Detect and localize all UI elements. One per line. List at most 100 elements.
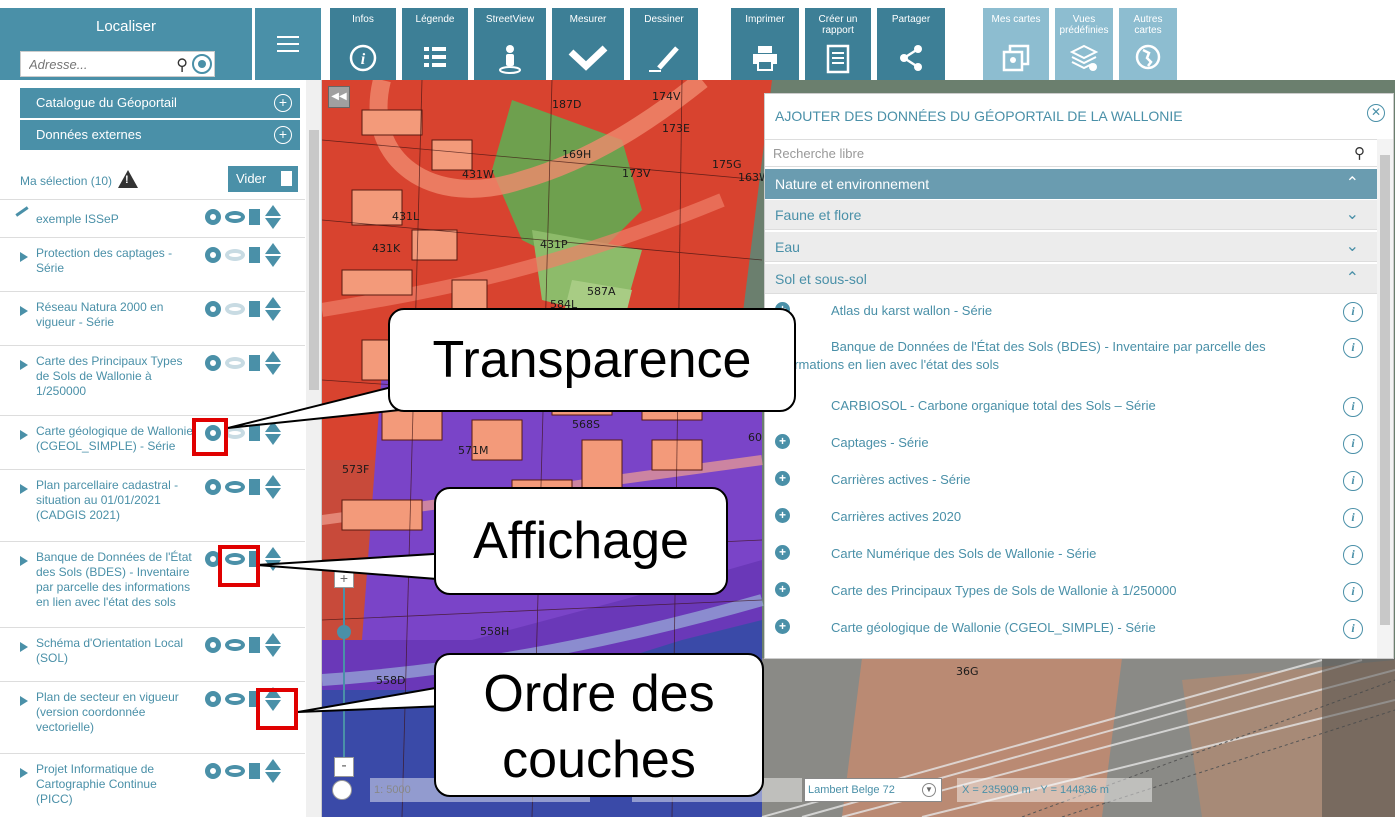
- globe-icon[interactable]: [332, 780, 352, 800]
- vues-predefinies-button[interactable]: Vues prédéfinies: [1055, 8, 1113, 80]
- visibility-eye-icon[interactable]: [225, 481, 245, 493]
- reorder-icon[interactable]: [265, 759, 281, 785]
- subcategory-faune-flore[interactable]: Faune et flore ⌄: [765, 200, 1377, 230]
- collapse-sidebar-button[interactable]: ◀◀: [328, 86, 350, 108]
- reorder-icon[interactable]: [265, 475, 281, 501]
- donnees-externes-button[interactable]: Données externes +: [20, 120, 300, 150]
- info-icon[interactable]: i: [1343, 619, 1363, 639]
- transparency-gear-icon[interactable]: [205, 355, 221, 371]
- info-icon[interactable]: i: [1343, 302, 1363, 322]
- zoom-out-button[interactable]: -: [334, 757, 354, 777]
- expand-icon[interactable]: [20, 556, 28, 566]
- delete-icon[interactable]: [249, 425, 260, 441]
- expand-icon[interactable]: [20, 642, 28, 652]
- item-label[interactable]: Carte des Principaux Types de Sols de Wa…: [831, 582, 1311, 600]
- item-label[interactable]: Atlas du karst wallon - Série: [831, 302, 1311, 320]
- chevron-down-icon[interactable]: ▼: [922, 783, 936, 797]
- layer-name[interactable]: Plan parcellaire cadastral - situation a…: [36, 478, 196, 523]
- expand-icon[interactable]: [20, 360, 28, 370]
- expand-icon[interactable]: [20, 252, 28, 262]
- layer-item[interactable]: Protection des captages - Série: [0, 238, 305, 292]
- layer-name[interactable]: Schéma d'Orientation Local (SOL): [36, 636, 196, 666]
- visibility-eye-icon[interactable]: [225, 211, 245, 223]
- catalogue-geoportail-button[interactable]: Catalogue du Géoportail +: [20, 88, 300, 118]
- delete-icon[interactable]: [249, 637, 260, 653]
- info-icon[interactable]: i: [1343, 338, 1363, 358]
- layer-item[interactable]: Carte géologique de Wallonie (CGEOL_SIMP…: [0, 416, 305, 470]
- transparency-gear-icon[interactable]: [205, 247, 221, 263]
- hamburger-menu-button[interactable]: [255, 8, 321, 80]
- expand-icon[interactable]: [20, 430, 28, 440]
- legende-button[interactable]: Légende: [402, 8, 468, 80]
- address-input[interactable]: [21, 52, 181, 76]
- layer-name[interactable]: Réseau Natura 2000 en vigueur - Série: [36, 300, 196, 330]
- chevron-down-icon[interactable]: ⌄: [1346, 200, 1359, 230]
- plus-circle-icon[interactable]: +: [274, 94, 292, 112]
- zoom-slider-handle[interactable]: [337, 625, 351, 639]
- sidebar-scrollbar[interactable]: [306, 80, 321, 817]
- add-icon[interactable]: +: [775, 619, 790, 634]
- transparency-gear-icon[interactable]: [205, 301, 221, 317]
- close-icon[interactable]: ✕: [1367, 104, 1385, 122]
- add-icon[interactable]: +: [775, 434, 790, 449]
- transparency-gear-icon[interactable]: [205, 691, 221, 707]
- infos-button[interactable]: Infos i: [330, 8, 396, 80]
- panel-scrollbar[interactable]: [1377, 139, 1393, 658]
- item-label[interactable]: Carrières actives - Série: [831, 471, 1311, 489]
- partager-button[interactable]: Partager: [877, 8, 945, 80]
- clear-selection-button[interactable]: Vider: [228, 166, 298, 192]
- add-icon[interactable]: +: [775, 545, 790, 560]
- item-label[interactable]: Carte Numérique des Sols de Wallonie - S…: [831, 545, 1311, 563]
- layer-item[interactable]: exemple ISSeP: [0, 200, 305, 238]
- autres-cartes-button[interactable]: Autres cartes: [1119, 8, 1177, 80]
- delete-icon[interactable]: [249, 301, 260, 317]
- layer-item[interactable]: Projet Informatique de Cartographie Cont…: [0, 754, 305, 817]
- dessiner-button[interactable]: Dessiner: [630, 8, 698, 80]
- imprimer-button[interactable]: Imprimer: [731, 8, 799, 80]
- reorder-icon[interactable]: [265, 297, 281, 323]
- layer-name[interactable]: Carte des Principaux Types de Sols de Wa…: [36, 354, 196, 399]
- plus-circle-icon[interactable]: +: [274, 126, 292, 144]
- layer-name[interactable]: Protection des captages - Série: [36, 246, 196, 276]
- info-icon[interactable]: i: [1343, 508, 1363, 528]
- item-label[interactable]: Captages - Série: [831, 434, 1311, 452]
- visibility-eye-icon[interactable]: [225, 693, 245, 705]
- search-icon[interactable]: ⚲: [176, 55, 188, 75]
- visibility-eye-icon[interactable]: [225, 427, 245, 439]
- reorder-icon[interactable]: [265, 547, 281, 573]
- warning-icon[interactable]: [118, 170, 138, 188]
- info-icon[interactable]: i: [1343, 582, 1363, 602]
- info-icon[interactable]: i: [1343, 397, 1363, 417]
- streetview-button[interactable]: StreetView: [474, 8, 546, 80]
- layer-item[interactable]: Plan parcellaire cadastral - situation a…: [0, 470, 305, 542]
- transparency-gear-icon[interactable]: [205, 209, 221, 225]
- subcategory-eau[interactable]: Eau ⌄: [765, 232, 1377, 262]
- reorder-icon[interactable]: [265, 633, 281, 659]
- free-search-input[interactable]: [765, 140, 1305, 166]
- mes-cartes-button[interactable]: Mes cartes: [983, 8, 1049, 80]
- layer-item[interactable]: Réseau Natura 2000 en vigueur - Série: [0, 292, 305, 346]
- transparency-gear-icon[interactable]: [205, 763, 221, 779]
- add-icon[interactable]: +: [775, 471, 790, 486]
- transparency-gear-icon[interactable]: [205, 637, 221, 653]
- reorder-icon[interactable]: [265, 205, 281, 231]
- item-label[interactable]: Carrières actives 2020: [831, 508, 1311, 526]
- layer-name[interactable]: Projet Informatique de Cartographie Cont…: [36, 762, 196, 807]
- delete-icon[interactable]: [249, 355, 260, 371]
- reorder-icon[interactable]: [265, 243, 281, 269]
- chevron-up-icon[interactable]: ⌃: [1346, 264, 1359, 294]
- scrollbar-thumb[interactable]: [309, 130, 319, 390]
- visibility-eye-icon[interactable]: [225, 357, 245, 369]
- scrollbar-thumb[interactable]: [1380, 155, 1390, 625]
- visibility-eye-icon[interactable]: [225, 303, 245, 315]
- chevron-down-icon[interactable]: ⌄: [1346, 232, 1359, 262]
- delete-icon[interactable]: [249, 247, 260, 263]
- visibility-eye-icon[interactable]: [225, 639, 245, 651]
- subcategory-sol-sous-sol[interactable]: Sol et sous-sol ⌃: [765, 264, 1377, 294]
- chevron-up-icon[interactable]: ⌃: [1346, 169, 1359, 199]
- item-label[interactable]: Carte géologique de Wallonie (CGEOL_SIMP…: [831, 619, 1311, 637]
- info-icon[interactable]: i: [1343, 545, 1363, 565]
- layer-name[interactable]: exemple ISSeP: [36, 212, 196, 227]
- layer-name[interactable]: Banque de Données de l'État des Sols (BD…: [36, 550, 196, 610]
- transparency-gear-icon[interactable]: [205, 479, 221, 495]
